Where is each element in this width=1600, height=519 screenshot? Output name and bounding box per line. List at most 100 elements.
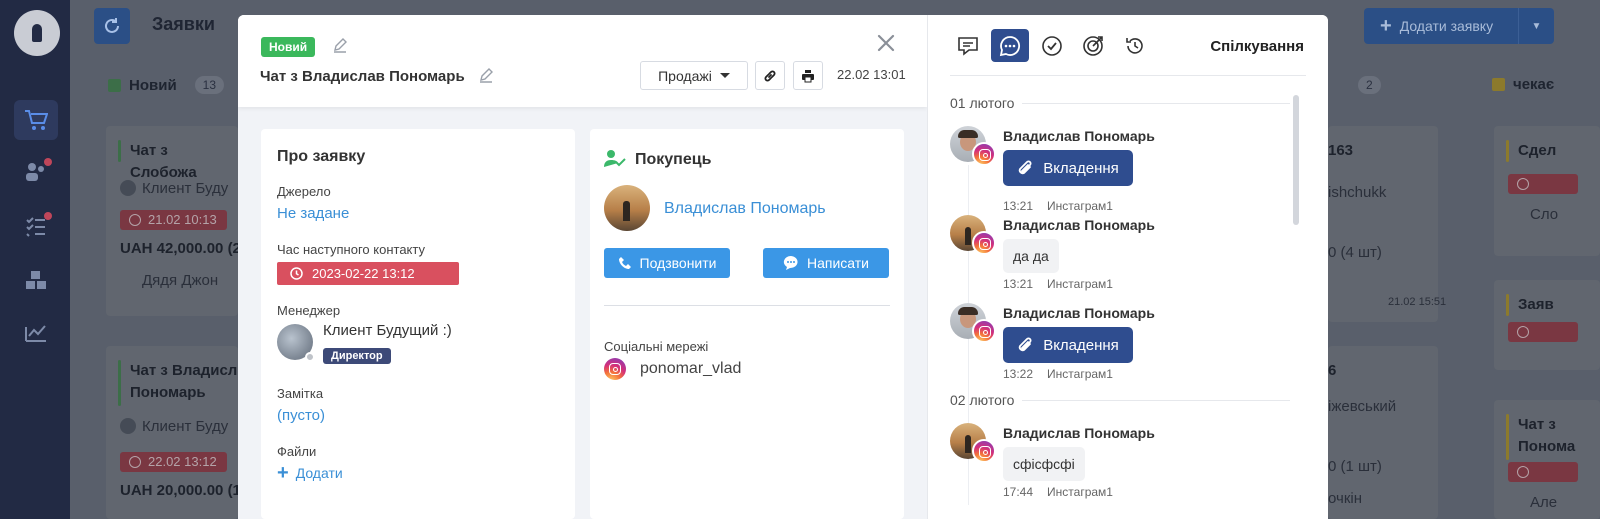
boxes-icon[interactable] xyxy=(14,260,58,300)
edit-title-icon[interactable] xyxy=(478,67,494,83)
buyer-check-icon xyxy=(604,150,626,167)
message-bubble: сфісфсфі xyxy=(1003,447,1085,481)
note-value[interactable]: (пусто) xyxy=(277,407,325,424)
refresh-button[interactable] xyxy=(94,8,130,44)
column-header-2: 2 xyxy=(1340,76,1381,94)
chat-scrollbar[interactable] xyxy=(1293,95,1299,225)
manager-label: Менеджер xyxy=(277,303,341,318)
request-card[interactable]: 6 іжевський 0 (1 шт) очкін xyxy=(1328,346,1438,519)
instagram-icon xyxy=(972,231,996,255)
pipeline-select-value: Продажі xyxy=(658,67,712,84)
note-label: Замітка xyxy=(277,386,324,401)
instagram-icon xyxy=(972,439,996,463)
copy-link-button[interactable] xyxy=(755,61,785,90)
manager-name[interactable]: Клиент Будущий :) xyxy=(323,322,452,339)
link-icon xyxy=(764,70,776,81)
call-button[interactable]: Подзвонити xyxy=(604,248,730,278)
sender-name: Владислав Пономарь xyxy=(1003,425,1155,441)
sender-name: Владислав Пономарь xyxy=(1003,128,1155,144)
close-icon[interactable] xyxy=(876,33,898,55)
message-meta: 17:44 Инстаграм1 xyxy=(1003,485,1113,499)
social-networks-label: Соціальні мережі xyxy=(604,339,709,354)
plus-icon: + xyxy=(277,462,289,484)
files-label: Файли xyxy=(277,444,317,459)
request-modal: Новий Чат з Владислав Пономарь Продажі 2… xyxy=(238,15,1328,519)
check-icon[interactable] xyxy=(1033,29,1071,62)
communication-heading: Спілкування xyxy=(1210,38,1304,55)
date-separator: 01 лютого xyxy=(950,95,1290,111)
clock-icon xyxy=(290,267,303,280)
request-card[interactable]: Сдел Сло xyxy=(1494,126,1600,256)
request-title: Чат з Владислав Пономарь xyxy=(260,68,465,85)
caret-down-icon xyxy=(719,73,730,78)
next-contact-date[interactable]: 2023-02-22 13:12 xyxy=(277,262,459,285)
instagram-icon xyxy=(604,358,626,380)
request-card[interactable]: Чат з Понома Але xyxy=(1494,400,1600,519)
chevron-down-icon[interactable]: ▼ xyxy=(1518,8,1554,44)
source-label: Джерело xyxy=(277,184,331,199)
manager-avatar xyxy=(277,324,315,362)
request-date: 22.02 13:01 xyxy=(837,67,906,82)
app-sidebar xyxy=(0,0,70,519)
attachment-button[interactable]: Вкладення xyxy=(1003,150,1133,186)
request-card[interactable]: Заяв xyxy=(1494,280,1600,370)
source-value[interactable]: Не задане xyxy=(277,205,349,222)
sender-avatar xyxy=(950,423,996,463)
divider xyxy=(950,75,1306,76)
buyer-name-link[interactable]: Владислав Пономарь xyxy=(664,200,826,218)
users-icon[interactable] xyxy=(14,152,58,192)
pipeline-select[interactable]: Продажі xyxy=(640,61,748,90)
instagram-handle: ponomar_vlad xyxy=(640,360,742,377)
comment-icon[interactable] xyxy=(949,29,987,62)
add-file-link[interactable]: + Додати xyxy=(277,462,343,484)
next-contact-label: Час наступного контакту xyxy=(277,242,425,257)
write-button[interactable]: Написати xyxy=(763,248,889,278)
status-badge[interactable]: Новий xyxy=(261,37,316,57)
sender-avatar xyxy=(950,215,996,255)
sender-name: Владислав Пономарь xyxy=(1003,217,1155,233)
sender-avatar xyxy=(950,126,996,166)
date-separator: 02 лютого xyxy=(950,392,1290,408)
paperclip-icon xyxy=(1019,337,1032,352)
column-header-new: Новий 13 xyxy=(108,76,225,94)
analytics-icon[interactable] xyxy=(14,312,58,352)
message-icon xyxy=(783,255,798,270)
request-details-pane: Новий Чат з Владислав Пономарь Продажі 2… xyxy=(238,15,927,519)
divider xyxy=(604,305,890,306)
modal-header: Новий Чат з Владислав Пономарь Продажі 2… xyxy=(238,15,927,107)
message-bubble: да да xyxy=(1003,239,1059,273)
buyer-card: Покупець Владислав Пономарь Подзвонити Н… xyxy=(590,129,904,519)
attachment-button[interactable]: Вкладення xyxy=(1003,327,1133,363)
sender-name: Владислав Пономарь xyxy=(1003,305,1155,321)
message-meta: 13:22 Инстаграм1 xyxy=(1003,367,1113,381)
cart-icon[interactable] xyxy=(14,100,58,140)
buyer-heading: Покупець xyxy=(635,151,712,168)
manager-role-badge: Директор xyxy=(323,348,391,364)
add-request-button[interactable]: + Додати заявку ▼ xyxy=(1364,8,1554,44)
communication-pane: Спілкування 01 лютого Владислав Пономарь… xyxy=(927,15,1328,519)
message-meta: 13:21 Инстаграм1 xyxy=(1003,199,1113,213)
about-card: Про заявку Джерело Не задане Час наступн… xyxy=(261,129,575,519)
request-card[interactable]: Чат з Владисл Пономарь Клиент Буду 22.02… xyxy=(106,346,241,519)
logo-icon xyxy=(14,10,60,56)
edit-status-icon[interactable] xyxy=(332,37,348,53)
message-meta: 13:21 Инстаграм1 xyxy=(1003,277,1113,291)
print-button[interactable] xyxy=(793,61,823,90)
instagram-icon xyxy=(972,142,996,166)
page-title: Заявки xyxy=(152,14,215,34)
target-icon[interactable] xyxy=(1074,29,1112,62)
about-heading: Про заявку xyxy=(277,148,366,165)
history-icon[interactable] xyxy=(1116,29,1154,62)
instagram-account[interactable]: ponomar_vlad xyxy=(604,358,741,380)
instagram-icon xyxy=(972,319,996,343)
print-icon xyxy=(802,69,814,82)
tasks-icon[interactable] xyxy=(14,206,58,246)
paperclip-icon xyxy=(1019,160,1032,175)
request-card[interactable]: 163 ishchukk 0 (4 шт) 21.02 15:51 xyxy=(1328,126,1446,322)
phone-icon xyxy=(618,257,631,269)
plus-icon: + xyxy=(1380,14,1392,37)
column-header-waiting: чекає xyxy=(1492,76,1554,93)
add-request-label: Додати заявку xyxy=(1399,18,1494,34)
request-card[interactable]: Чат з Слобожа Клиент Буду 21.02 10:13 UA… xyxy=(106,126,241,316)
chat-icon[interactable] xyxy=(991,29,1029,62)
